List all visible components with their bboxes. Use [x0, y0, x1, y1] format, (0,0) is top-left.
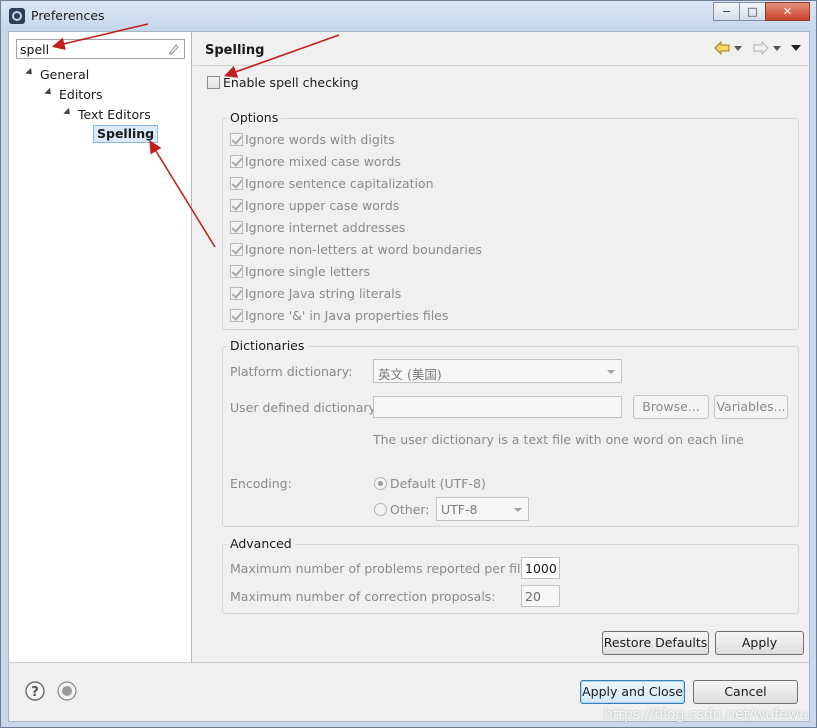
- svg-text:?: ?: [31, 685, 39, 700]
- apply-and-close-button[interactable]: Apply and Close: [580, 680, 685, 704]
- restore-defaults-button[interactable]: Restore Defaults: [602, 631, 709, 655]
- close-button[interactable]: ✕: [765, 2, 810, 21]
- forward-history-dropdown-icon[interactable]: [773, 45, 781, 51]
- option-label[interactable]: Ignore upper case words: [245, 198, 399, 213]
- apply-button[interactable]: Apply: [715, 631, 804, 655]
- header-divider: [193, 65, 811, 66]
- options-group-title: Options: [227, 110, 282, 125]
- cancel-button[interactable]: Cancel: [693, 680, 798, 704]
- record-macro-icon[interactable]: [57, 681, 77, 701]
- chevron-down-icon: [607, 370, 615, 374]
- platform-dictionary-value: 英文 (美国): [378, 367, 442, 382]
- chevron-down-icon: [514, 508, 522, 512]
- tree-item-spelling[interactable]: Spelling: [93, 125, 159, 143]
- maximize-button[interactable]: □: [739, 2, 766, 21]
- advanced-group-title: Advanced: [227, 536, 295, 551]
- option-checkbox[interactable]: [230, 199, 243, 212]
- filter-input[interactable]: [17, 40, 162, 58]
- expand-editors-icon[interactable]: [44, 87, 54, 98]
- option-label[interactable]: Ignore '&' in Java properties files: [245, 308, 448, 323]
- view-menu-icon[interactable]: [791, 45, 801, 51]
- clear-filter-icon[interactable]: [168, 43, 179, 55]
- preferences-window: Preferences − □ ✕ General Editors Text E…: [0, 0, 817, 728]
- other-encoding-radio[interactable]: [374, 503, 387, 516]
- browse-button[interactable]: Browse...: [633, 395, 709, 419]
- tree-item-text-editors[interactable]: Text Editors: [78, 107, 151, 122]
- max-proposals-label: Maximum number of correction proposals:: [230, 589, 496, 604]
- default-encoding-radio[interactable]: [374, 477, 387, 490]
- forward-arrow-icon[interactable]: [752, 40, 770, 56]
- option-label[interactable]: Ignore mixed case words: [245, 154, 401, 169]
- max-problems-input[interactable]: 1000: [521, 557, 560, 579]
- user-dictionary-input[interactable]: [373, 396, 622, 418]
- platform-dictionary-select[interactable]: 英文 (美国): [373, 359, 622, 383]
- option-label[interactable]: Ignore internet addresses: [245, 220, 405, 235]
- other-encoding-value: UTF-8: [441, 502, 478, 517]
- variables-button[interactable]: Variables...: [714, 395, 788, 419]
- default-encoding-label[interactable]: Default (UTF-8): [390, 476, 486, 491]
- option-label[interactable]: Ignore sentence capitalization: [245, 176, 434, 191]
- back-arrow-icon[interactable]: [713, 40, 731, 56]
- option-label[interactable]: Ignore Java string literals: [245, 286, 401, 301]
- window-controls: − □ ✕: [713, 2, 810, 21]
- minimize-button[interactable]: −: [713, 2, 740, 21]
- preference-page: Spelling Enable spell checking Options I…: [193, 32, 811, 662]
- tree-item-general[interactable]: General: [40, 67, 89, 82]
- option-label[interactable]: Ignore non-letters at word boundaries: [245, 242, 482, 257]
- other-encoding-label[interactable]: Other:: [390, 502, 429, 517]
- option-checkbox[interactable]: [230, 309, 243, 322]
- help-icon[interactable]: ?: [25, 681, 45, 701]
- user-dictionary-label: User defined dictionary:: [230, 400, 380, 415]
- option-checkbox[interactable]: [230, 265, 243, 278]
- enable-spell-label[interactable]: Enable spell checking: [223, 75, 359, 90]
- bottom-divider: [9, 662, 809, 663]
- enable-spell-checkbox[interactable]: [207, 76, 220, 89]
- preference-tree-pane: General Editors Text Editors Spelling: [9, 32, 192, 662]
- platform-dictionary-label: Platform dictionary:: [230, 364, 353, 379]
- filter-field[interactable]: [16, 39, 185, 59]
- option-checkbox[interactable]: [230, 287, 243, 300]
- tree-item-editors[interactable]: Editors: [59, 87, 103, 102]
- option-checkbox[interactable]: [230, 155, 243, 168]
- other-encoding-select[interactable]: UTF-8: [436, 497, 529, 521]
- encoding-label: Encoding:: [230, 476, 292, 491]
- option-checkbox[interactable]: [230, 133, 243, 146]
- page-navigation: [713, 40, 805, 56]
- option-checkbox[interactable]: [230, 221, 243, 234]
- title-bar: Preferences − □ ✕: [1, 1, 816, 31]
- expand-text-editors-icon[interactable]: [63, 107, 73, 118]
- option-label[interactable]: Ignore single letters: [245, 264, 370, 279]
- option-label[interactable]: Ignore words with digits: [245, 132, 395, 147]
- max-proposals-input[interactable]: 20: [521, 585, 560, 607]
- user-dictionary-hint: The user dictionary is a text file with …: [373, 432, 744, 447]
- page-title: Spelling: [205, 43, 265, 58]
- option-checkbox[interactable]: [230, 177, 243, 190]
- expand-general-icon[interactable]: [25, 67, 35, 78]
- watermark-text: https://blog.csdn.net/wufewu: [604, 707, 808, 723]
- dialog-client: General Editors Text Editors Spelling Sp…: [8, 31, 811, 722]
- option-checkbox[interactable]: [230, 243, 243, 256]
- dictionaries-group-title: Dictionaries: [227, 338, 308, 353]
- back-history-dropdown-icon[interactable]: [734, 45, 742, 51]
- window-title: Preferences: [31, 8, 105, 23]
- eclipse-icon: [9, 8, 25, 24]
- max-problems-label: Maximum number of problems reported per …: [230, 561, 533, 576]
